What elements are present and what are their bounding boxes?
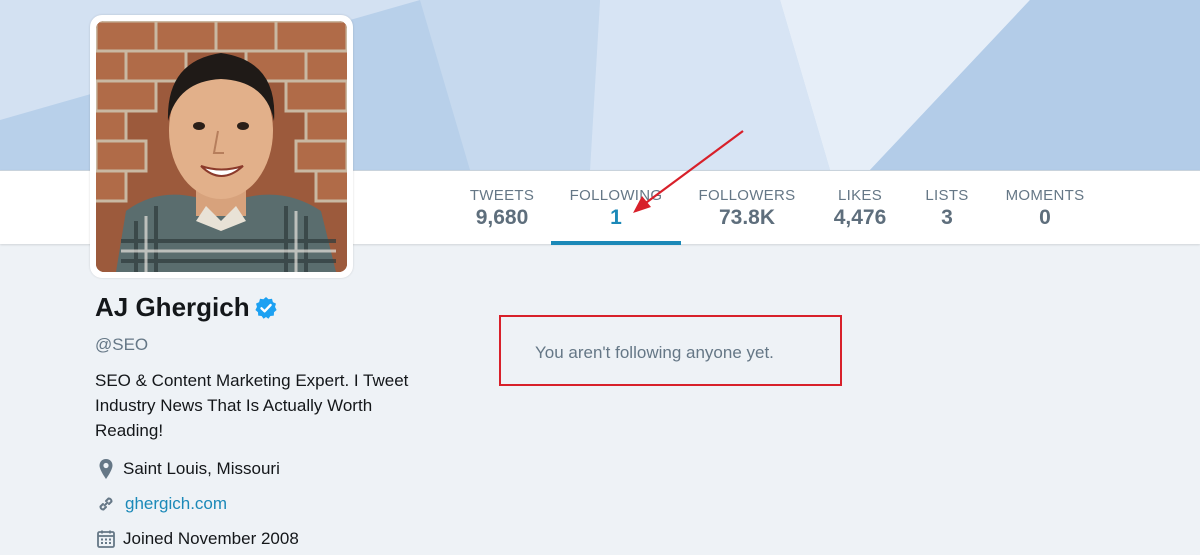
stat-value: 4,476 bbox=[833, 206, 887, 229]
verified-badge-icon bbox=[254, 296, 277, 319]
stat-value: 3 bbox=[941, 206, 953, 229]
profile-handle[interactable]: @SEO bbox=[95, 335, 148, 355]
calendar-icon bbox=[95, 528, 117, 550]
stat-lists[interactable]: LISTS 3 bbox=[915, 171, 979, 245]
stat-value: 73.8K bbox=[718, 206, 776, 229]
stat-value: 1 bbox=[610, 206, 622, 229]
website-link[interactable]: ghergich.com bbox=[125, 494, 227, 514]
stat-tweets[interactable]: TWEETS 9,680 bbox=[462, 171, 542, 245]
link-icon bbox=[95, 493, 117, 515]
profile-location: Saint Louis, Missouri bbox=[95, 458, 280, 480]
avatar[interactable] bbox=[90, 15, 353, 278]
empty-state-message: You aren't following anyone yet. bbox=[535, 343, 774, 362]
profile-joined: Joined November 2008 bbox=[95, 528, 299, 550]
profile-name[interactable]: AJ Ghergich bbox=[95, 292, 250, 323]
stat-value: 0 bbox=[1039, 206, 1051, 229]
stat-label: TWEETS bbox=[469, 187, 535, 204]
stat-following[interactable]: FOLLOWING 1 bbox=[551, 171, 681, 245]
profile-website: ghergich.com bbox=[95, 493, 227, 515]
stat-value: 9,680 bbox=[475, 206, 529, 229]
profile-name-row: AJ Ghergich bbox=[95, 292, 278, 323]
avatar-photo bbox=[96, 21, 347, 272]
stat-label: FOLLOWING bbox=[569, 187, 663, 204]
joined-text: Joined November 2008 bbox=[123, 529, 299, 548]
stat-label: LIKES bbox=[837, 187, 883, 204]
location-text: Saint Louis, Missouri bbox=[123, 459, 280, 478]
stat-label: MOMENTS bbox=[1005, 187, 1085, 204]
location-pin-icon bbox=[95, 458, 117, 480]
stat-followers[interactable]: FOLLOWERS 73.8K bbox=[692, 171, 802, 245]
stat-likes[interactable]: LIKES 4,476 bbox=[820, 171, 900, 245]
profile-bio: SEO & Content Marketing Expert. I Tweet … bbox=[95, 371, 409, 440]
stat-label: LISTS bbox=[925, 187, 969, 204]
stat-label: FOLLOWERS bbox=[698, 187, 796, 204]
empty-state-highlight: You aren't following anyone yet. bbox=[499, 315, 842, 386]
stat-moments[interactable]: MOMENTS 0 bbox=[998, 171, 1092, 245]
